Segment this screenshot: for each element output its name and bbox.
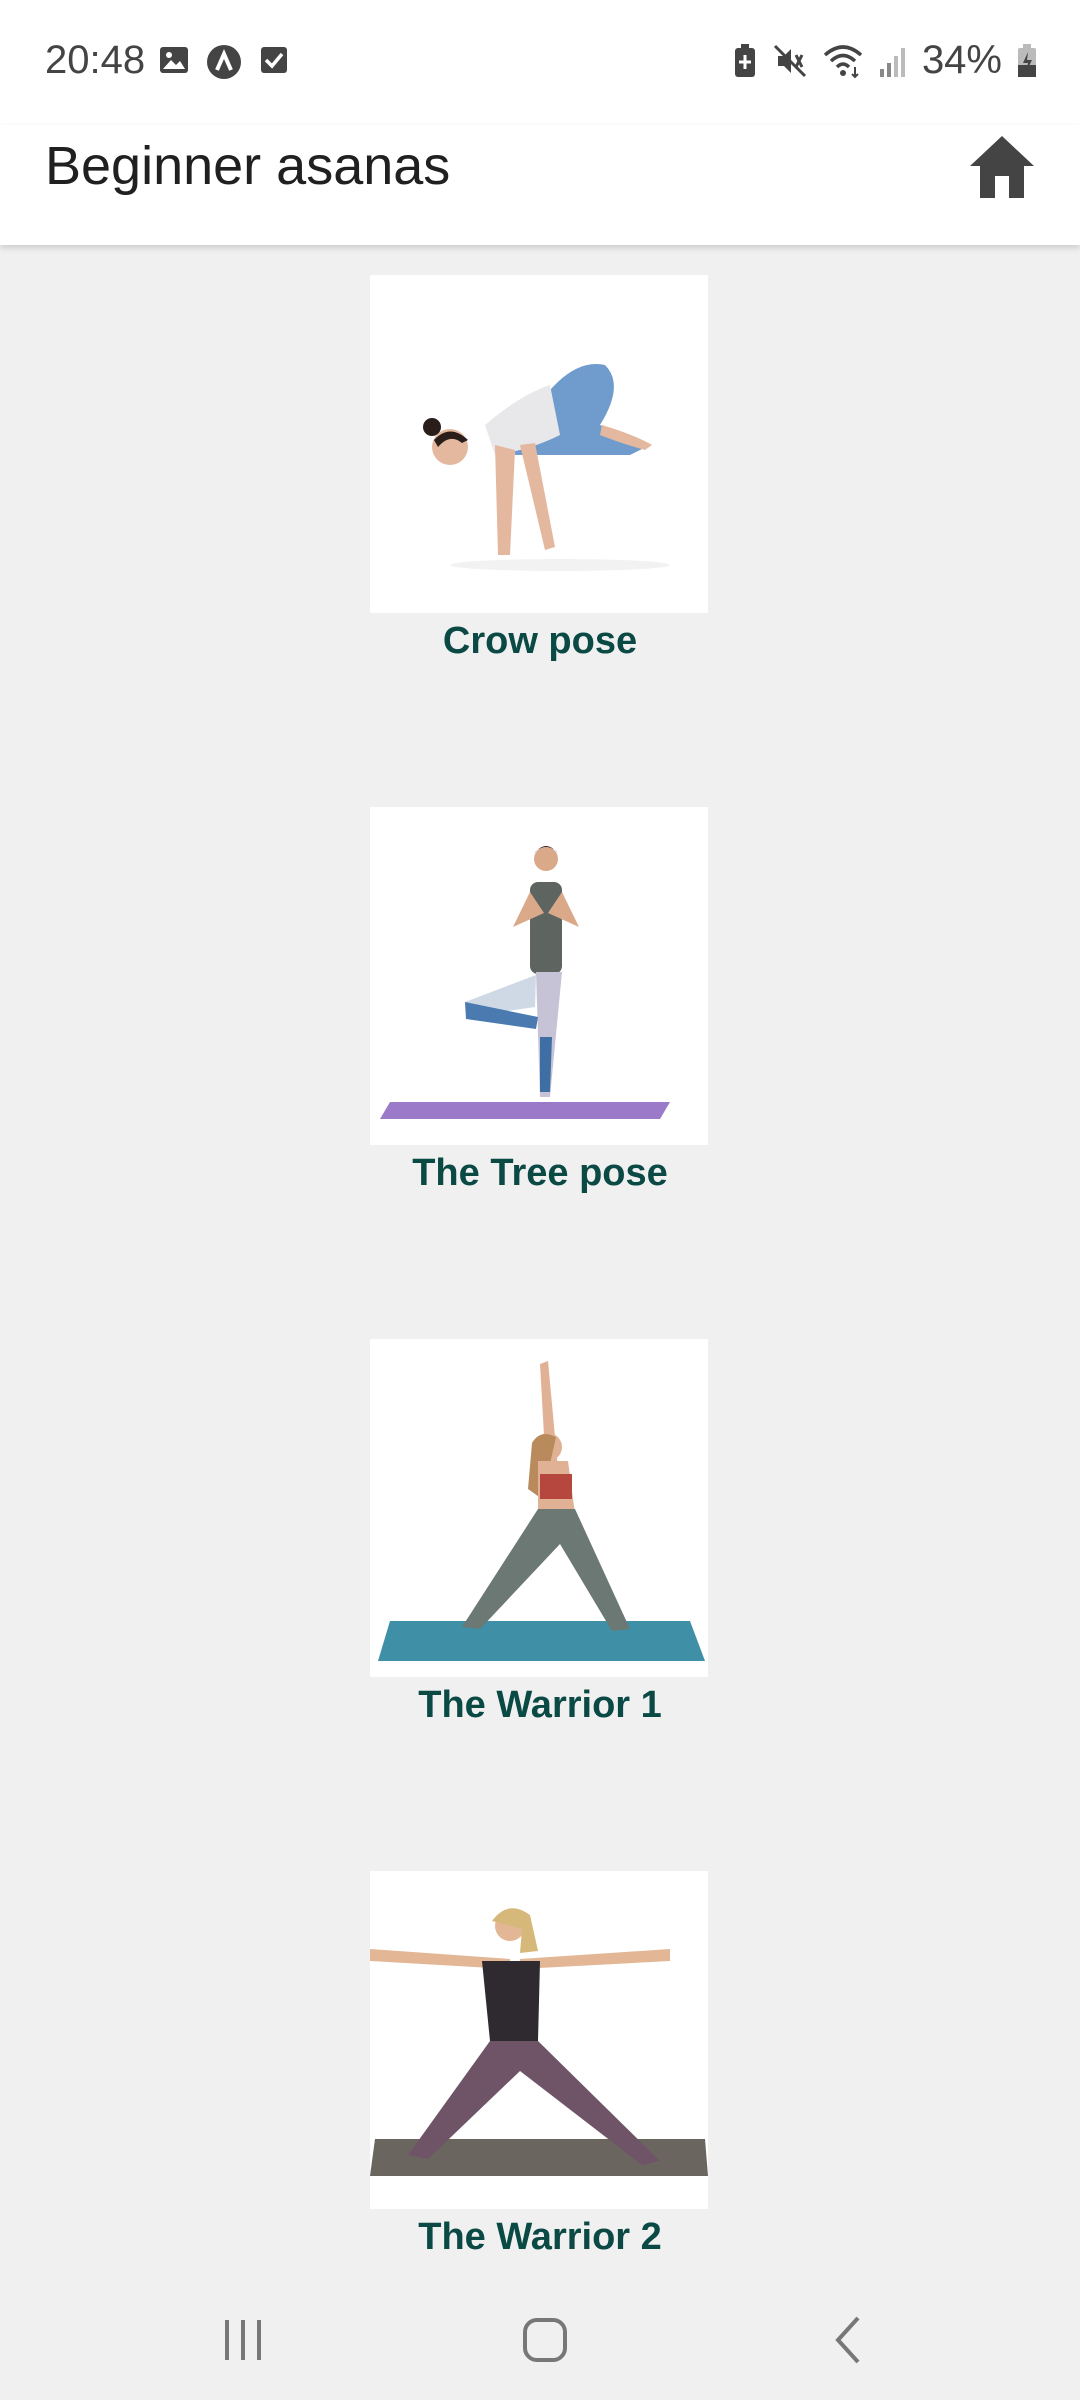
status-time: 20:48 — [45, 38, 146, 82]
system-nav-bar — [0, 2260, 1080, 2400]
app-icon — [207, 45, 241, 79]
recents-icon — [225, 2320, 261, 2360]
warrior-2-image — [370, 1871, 708, 2209]
battery-icon — [1018, 43, 1036, 77]
checkbox-icon — [261, 47, 287, 73]
back-button[interactable] — [808, 2300, 888, 2380]
asana-label: The Warrior 1 — [418, 1684, 662, 1726]
asana-card-warrior-1[interactable]: The Warrior 1 — [370, 1339, 710, 1727]
battery-saver-icon — [734, 43, 755, 77]
battery-percent: 34% — [921, 38, 1002, 82]
home-nav-button[interactable] — [505, 2300, 585, 2380]
home-button[interactable] — [962, 128, 1042, 208]
wifi-icon — [823, 44, 863, 78]
recents-button[interactable] — [203, 2300, 283, 2380]
tree-pose-image — [370, 807, 708, 1145]
asana-card-warrior-2[interactable]: The Warrior 2 — [370, 1871, 710, 2259]
home-circle-icon — [523, 2318, 567, 2362]
gallery-icon — [160, 47, 188, 73]
warrior-1-image — [370, 1339, 708, 1677]
page-title: Beginner asanas — [45, 136, 451, 196]
home-icon — [970, 136, 1034, 198]
status-left-icons — [158, 44, 290, 80]
status-right: 34% — [732, 38, 1038, 83]
asana-label: The Warrior 2 — [418, 2216, 662, 2258]
asana-card-tree-pose[interactable]: The Tree pose — [370, 807, 710, 1195]
asana-label: The Tree pose — [412, 1152, 668, 1194]
back-icon — [835, 2316, 860, 2364]
crow-pose-image — [370, 275, 708, 613]
status-bar: 20:48 34% — [0, 0, 1080, 125]
asana-label: Crow pose — [442, 620, 638, 662]
signal-icon — [879, 47, 905, 77]
asana-card-crow-pose[interactable]: Crow pose — [370, 275, 710, 663]
mute-icon — [773, 44, 806, 77]
